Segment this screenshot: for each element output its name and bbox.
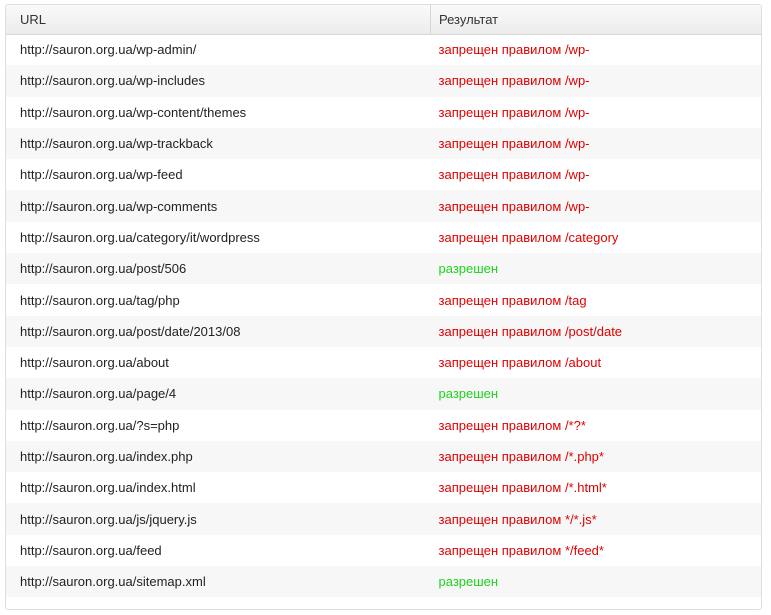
table-row: http://sauron.org.ua/feed запрещен правил…: [6, 535, 761, 566]
result-allowed: разрешен: [438, 386, 499, 402]
table-row: http://sauron.org.ua/js/jquery.js запреще…: [6, 503, 761, 535]
table-row: http://sauron.org.ua/post/506 разрешен: [6, 253, 761, 285]
url-cell: http://sauron.org.ua/index.php: [20, 449, 193, 464]
url-cell: http://sauron.org.ua/wp-trackback: [20, 136, 213, 152]
table-header: URL Результат: [6, 5, 761, 35]
result-denied: запрещен правилом /*?*: [438, 417, 586, 433]
url-cell: http://sauron.org.ua/page/4: [20, 386, 177, 402]
result-denied: запрещен правилом /wp-: [438, 198, 590, 214]
table-row: http://sauron.org.ua/index.html запрещен …: [6, 472, 761, 503]
result-denied: запрещен правилом /wp-: [438, 167, 590, 183]
url-cell: http://sauron.org.ua/about: [20, 355, 169, 371]
column-header-url[interactable]: URL: [6, 5, 431, 35]
result-allowed: разрешен: [438, 574, 499, 590]
result-denied: запрещен правилом /*.php*: [438, 449, 604, 464]
url-cell: http://sauron.org.ua/?s=php: [20, 417, 180, 433]
url-cell: http://sauron.org.ua/wp-feed: [20, 167, 183, 183]
url-cell: http://sauron.org.ua/wp-includes: [20, 73, 205, 89]
table-row: http://sauron.org.ua/wp-comments запрещен…: [6, 190, 761, 222]
table-body: http://sauron.org.ua/wp-admin/запрещен п…: [6, 34, 761, 598]
result-denied: запрещен правилом /tag: [438, 292, 587, 308]
table-row: http://sauron.org.ua/sitemap.xml разрешен: [6, 566, 761, 598]
table-row: http://sauron.org.ua/index.php запрещен п…: [6, 440, 761, 473]
column-header-result[interactable]: Результат: [430, 5, 761, 35]
result-denied: запрещен правилом /post/date: [438, 323, 623, 339]
url-cell: http://sauron.org.ua/post/506: [20, 261, 187, 277]
table-row: http://sauron.org.ua/wp-trackback запреще…: [6, 127, 761, 160]
result-denied: запрещен правилом /about: [438, 355, 602, 371]
url-cell: http://sauron.org.ua/feed: [20, 542, 162, 558]
url-cell: http://sauron.org.ua/wp-comments: [20, 198, 218, 214]
table-row: http://sauron.org.ua/category/it/wordpre…: [6, 222, 761, 253]
url-cell: http://sauron.org.ua/wp-admin/: [20, 42, 197, 58]
result-denied: запрещен правилом */feed*: [438, 542, 604, 558]
url-cell: http://sauron.org.ua/js/jquery.js: [20, 511, 197, 527]
url-cell: http://sauron.org.ua/category/it/wordpre…: [20, 229, 260, 245]
table-row: http://sauron.org.ua/post/date/2013/08 за…: [6, 315, 761, 347]
result-denied: запрещен правилом /wp-: [438, 104, 590, 120]
table-row: http://sauron.org.ua/?s=php запрещен прав…: [6, 410, 761, 441]
results-table-container: URL Результат http://sauron.org.ua/wp-ad…: [5, 4, 762, 610]
table-row: http://sauron.org.ua/tag/php запрещен пра…: [6, 284, 761, 315]
url-cell: http://sauron.org.ua/tag/php: [20, 292, 180, 308]
result-denied: запрещен правилом /wp-: [438, 136, 590, 152]
url-cell: http://sauron.org.ua/index.html: [20, 480, 196, 496]
table-row: http://sauron.org.ua/wp-content/themes за…: [6, 97, 761, 128]
url-cell: http://sauron.org.ua/sitemap.xml: [20, 574, 206, 590]
result-allowed: разрешен: [438, 261, 499, 277]
table-row: http://sauron.org.ua/wp-includes запрещен…: [6, 65, 761, 97]
table-row: http://sauron.org.ua/about запрещен прави…: [6, 347, 761, 378]
result-denied: запрещен правилом /wp-: [438, 73, 590, 89]
url-cell: http://sauron.org.ua/wp-content/themes: [20, 104, 247, 120]
result-denied: запрещен правилом /category: [438, 229, 619, 245]
result-denied: запрещен правилом /wp-: [438, 42, 590, 58]
table-row: http://sauron.org.ua/page/4 разрешен: [6, 378, 761, 410]
table-row: http://sauron.org.ua/wp-admin/запрещен п…: [6, 34, 761, 65]
url-cell: http://sauron.org.ua/post/date/2013/08: [20, 323, 241, 339]
header-row: URL Результат: [6, 5, 761, 35]
result-denied: запрещен правилом /*.html*: [438, 480, 607, 496]
result-denied: запрещен правилом */*.js*: [438, 511, 597, 527]
results-table: URL Результат http://sauron.org.ua/wp-ad…: [6, 5, 761, 598]
table-row: http://sauron.org.ua/wp-feed запрещен пра…: [6, 159, 761, 190]
